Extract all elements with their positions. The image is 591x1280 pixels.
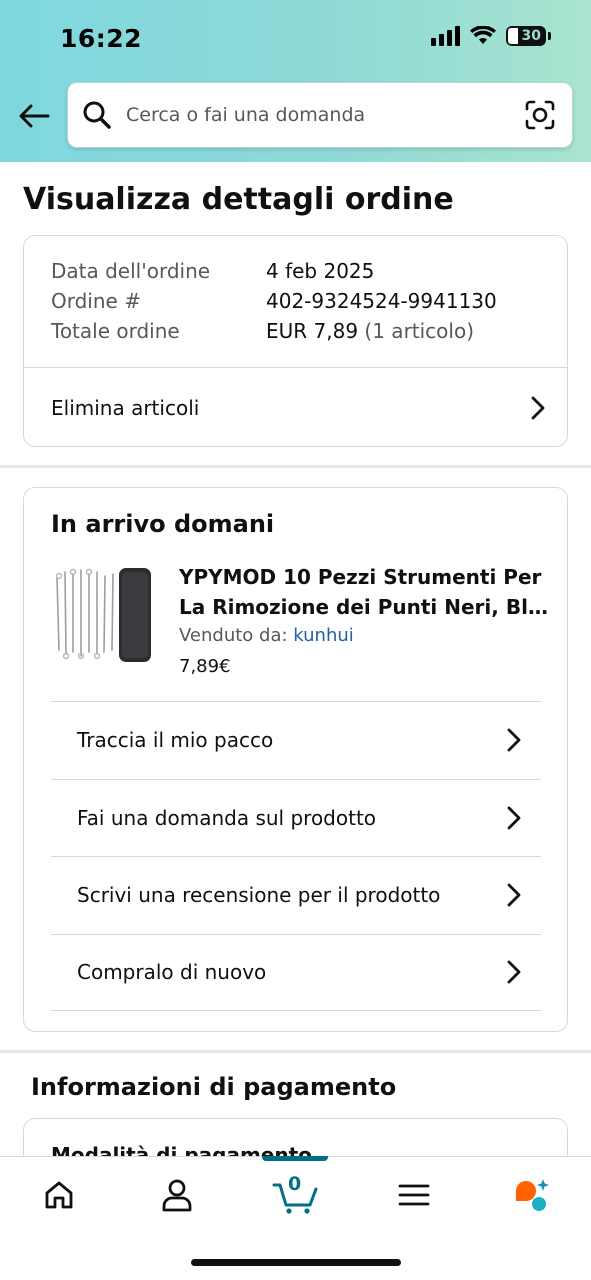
delivery-card: In arrivo domani YPYMOD 10 Pezzi Strumen… xyxy=(23,487,568,1032)
nav-home[interactable] xyxy=(29,1171,89,1219)
action-label: Compralo di nuovo xyxy=(77,960,267,985)
order-number-label: Ordine # xyxy=(51,289,141,313)
ask-product-question-row[interactable]: Fai una domanda sul prodotto xyxy=(51,778,541,857)
search-box[interactable] xyxy=(67,82,573,148)
menu-icon xyxy=(398,1184,430,1206)
home-icon xyxy=(45,1181,73,1209)
order-summary-card: Data dell'ordine 4 feb 2025 Ordine # 402… xyxy=(23,235,568,447)
sold-by: Venduto da: kunhui xyxy=(179,625,354,646)
home-indicator xyxy=(191,1259,401,1266)
order-item-count: (1 articolo) xyxy=(364,319,475,343)
write-review-row[interactable]: Scrivi una recensione per il prodotto xyxy=(51,856,541,934)
product-title-line-1: YPYMOD 10 Pezzi Strumenti Per xyxy=(179,565,542,589)
status-time: 16:22 xyxy=(60,24,143,53)
camera-lens-icon[interactable] xyxy=(524,99,556,131)
status-icons: 30 xyxy=(431,26,551,46)
chevron-right-icon xyxy=(507,728,521,752)
nav-account[interactable] xyxy=(147,1171,207,1219)
action-label: Traccia il mio pacco xyxy=(77,728,274,753)
delete-items-row[interactable]: Elimina articoli xyxy=(24,368,567,447)
payment-info-title: Informazioni di pagamento xyxy=(31,1073,397,1101)
battery-level: 30 xyxy=(519,28,543,44)
chevron-right-icon xyxy=(507,806,521,830)
arrow-left-icon xyxy=(19,104,50,128)
order-total-label: Totale ordine xyxy=(51,319,180,343)
chevron-right-icon xyxy=(531,396,545,419)
battery-icon: 30 xyxy=(506,26,546,46)
page-title: Visualizza dettagli ordine xyxy=(23,182,454,217)
section-separator xyxy=(0,465,591,468)
buy-again-row[interactable]: Compralo di nuovo xyxy=(51,933,541,1011)
product-image[interactable] xyxy=(51,564,155,668)
battery-nub xyxy=(548,32,551,40)
nav-rufus[interactable] xyxy=(502,1171,562,1219)
order-date-value: 4 feb 2025 xyxy=(266,259,375,283)
order-date-label: Data dell'ordine xyxy=(51,259,211,283)
track-package-row[interactable]: Traccia il mio pacco xyxy=(51,701,541,779)
order-number-value: 402-9324524-9941130 xyxy=(266,289,497,313)
chevron-right-icon xyxy=(507,960,521,984)
account-icon xyxy=(162,1179,192,1212)
back-button[interactable] xyxy=(16,98,52,134)
delivery-status-title: In arrivo domani xyxy=(51,510,275,538)
product-price: 7,89€ xyxy=(179,656,231,677)
product-title-line-2: La Rimozione dei Punti Neri, Bl... xyxy=(179,595,549,619)
section-separator xyxy=(0,1050,591,1053)
product-title-link[interactable]: YPYMOD 10 Pezzi Strumenti Per La Rimozio… xyxy=(179,562,549,622)
nav-cart[interactable]: 0 xyxy=(266,1171,326,1219)
cart-count: 0 xyxy=(288,1173,302,1195)
header: 16:22 30 xyxy=(0,0,591,162)
action-label: Fai una domanda sul prodotto xyxy=(77,805,377,830)
active-tab-indicator xyxy=(262,1156,328,1161)
action-label: Scrivi una recensione per il prodotto xyxy=(77,883,441,908)
rufus-assistant-icon xyxy=(516,1179,549,1211)
seller-link[interactable]: kunhui xyxy=(293,625,354,646)
wifi-icon xyxy=(470,26,496,44)
signal-icon xyxy=(431,26,460,46)
order-action-list: Traccia il mio pacco Fai una domanda sul… xyxy=(51,701,541,1011)
order-total-value-group: EUR 7,89 (1 articolo) xyxy=(266,319,474,343)
search-icon xyxy=(83,101,111,129)
delete-items-label: Elimina articoli xyxy=(51,395,200,420)
nav-menu[interactable] xyxy=(384,1171,444,1219)
chevron-right-icon xyxy=(507,883,521,907)
search-input[interactable] xyxy=(126,104,524,126)
order-total-value: EUR 7,89 xyxy=(266,319,359,343)
sold-by-label: Venduto da: xyxy=(179,625,288,646)
